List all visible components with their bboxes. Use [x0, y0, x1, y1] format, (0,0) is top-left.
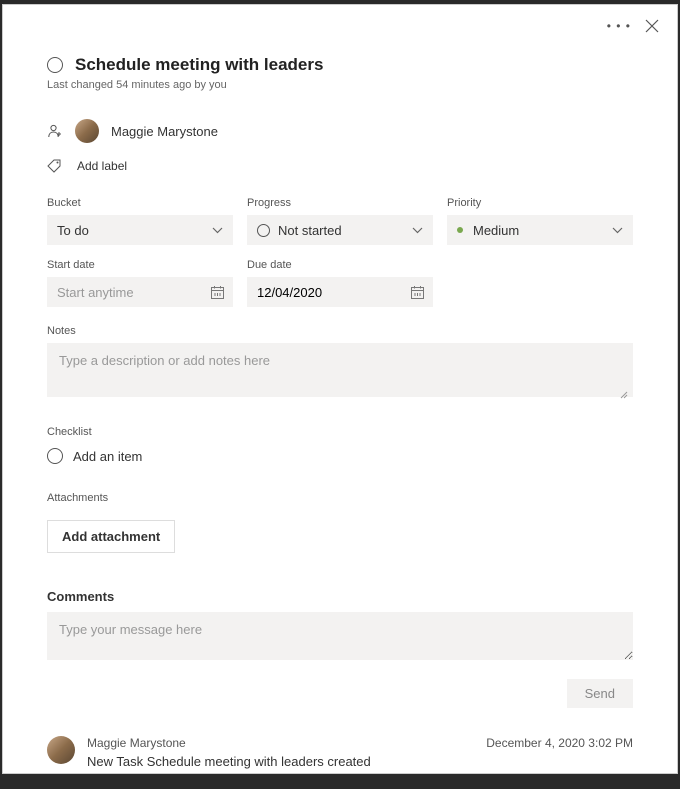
activity-item: Maggie Marystone December 4, 2020 3:02 P…	[47, 736, 633, 769]
due-date-input[interactable]: 12/04/2020	[247, 277, 433, 307]
checklist-circle-icon	[47, 448, 63, 464]
due-date-label: Due date	[247, 259, 433, 271]
start-date-input[interactable]: Start anytime	[47, 277, 233, 307]
comments-section: Comments Send	[47, 589, 633, 708]
activity-body: Maggie Marystone December 4, 2020 3:02 P…	[87, 736, 633, 769]
chevron-down-icon	[412, 227, 423, 234]
checklist-add-text: Add an item	[73, 449, 142, 464]
activity-header: Maggie Marystone December 4, 2020 3:02 P…	[87, 736, 633, 750]
bucket-select[interactable]: To do	[47, 215, 233, 245]
assignee-name: Maggie Marystone	[111, 124, 218, 139]
activity-text: New Task Schedule meeting with leaders c…	[87, 754, 633, 769]
calendar-icon	[410, 285, 425, 300]
progress-value: Not started	[278, 223, 342, 238]
progress-field: Progress Not started	[247, 197, 433, 245]
priority-field: Priority Medium	[447, 197, 633, 245]
attachments-section: Attachments Add attachment	[47, 492, 633, 553]
close-icon[interactable]	[645, 19, 659, 33]
notes-textarea[interactable]	[47, 343, 633, 397]
add-checklist-item[interactable]: Add an item	[47, 448, 633, 464]
start-date-label: Start date	[47, 259, 233, 271]
task-dialog: • • • Schedule meeting with leaders Last…	[2, 4, 678, 774]
due-date-field: Due date 12/04/2020	[247, 259, 433, 307]
comment-input[interactable]	[47, 612, 633, 660]
more-options-icon[interactable]: • • •	[607, 19, 631, 33]
chevron-down-icon	[612, 227, 623, 234]
assign-person-icon	[47, 123, 63, 139]
add-label-row[interactable]: Add label	[47, 159, 633, 173]
avatar	[75, 119, 99, 143]
progress-circle-icon	[257, 224, 270, 237]
fields-grid: Bucket To do Progress Not started	[47, 197, 633, 245]
progress-label: Progress	[247, 197, 433, 209]
add-label-text: Add label	[77, 159, 127, 173]
start-date-placeholder: Start anytime	[57, 285, 134, 300]
bucket-value: To do	[57, 223, 89, 238]
activity-section: Maggie Marystone December 4, 2020 3:02 P…	[47, 736, 633, 769]
send-button[interactable]: Send	[567, 679, 633, 708]
attachments-label: Attachments	[47, 492, 633, 504]
calendar-icon	[210, 285, 225, 300]
last-changed-text: Last changed 54 minutes ago by you	[47, 79, 633, 91]
notes-label: Notes	[47, 325, 633, 337]
dates-grid: Start date Start anytime Due date 12/04/…	[47, 259, 633, 307]
task-title[interactable]: Schedule meeting with leaders	[75, 55, 323, 75]
activity-author: Maggie Marystone	[87, 736, 186, 750]
assignee-row[interactable]: Maggie Marystone	[47, 119, 633, 143]
complete-task-circle-icon[interactable]	[47, 57, 63, 73]
add-attachment-button[interactable]: Add attachment	[47, 520, 175, 553]
priority-select[interactable]: Medium	[447, 215, 633, 245]
bucket-label: Bucket	[47, 197, 233, 209]
chevron-down-icon	[212, 227, 223, 234]
title-row: Schedule meeting with leaders	[47, 55, 633, 75]
avatar	[47, 736, 75, 764]
priority-dot-icon	[457, 227, 463, 233]
checklist-section: Checklist Add an item	[47, 426, 633, 464]
bucket-field: Bucket To do	[47, 197, 233, 245]
start-date-field: Start date Start anytime	[47, 259, 233, 307]
dialog-content: Schedule meeting with leaders Last chang…	[3, 5, 677, 789]
activity-timestamp: December 4, 2020 3:02 PM	[486, 736, 633, 750]
priority-value: Medium	[473, 223, 519, 238]
priority-label: Priority	[447, 197, 633, 209]
tag-icon	[47, 159, 61, 173]
comments-label: Comments	[47, 589, 633, 604]
notes-field: Notes	[47, 325, 633, 402]
due-date-value: 12/04/2020	[257, 285, 322, 300]
progress-select[interactable]: Not started	[247, 215, 433, 245]
send-row: Send	[47, 679, 633, 708]
checklist-label: Checklist	[47, 426, 633, 438]
dialog-header-actions: • • •	[607, 19, 659, 33]
